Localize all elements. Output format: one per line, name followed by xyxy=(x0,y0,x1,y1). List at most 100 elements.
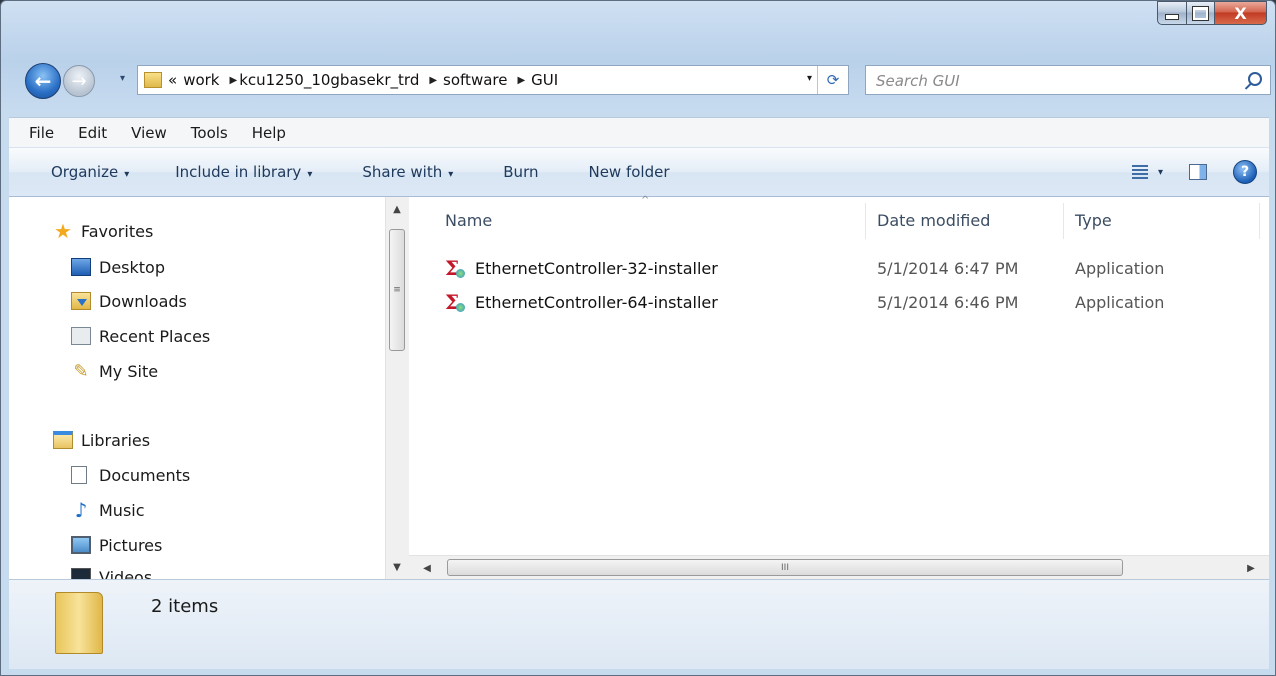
file-list: ^ Name Date modified Type Σ EthernetCont… xyxy=(409,195,1269,579)
menu-bar: File Edit View Tools Help xyxy=(9,117,1269,147)
file-type: Application xyxy=(1075,292,1165,312)
column-header-date-modified[interactable]: Date modified xyxy=(877,197,990,243)
menu-file[interactable]: File xyxy=(9,124,66,142)
breadcrumb-work[interactable]: work xyxy=(183,71,219,89)
libraries-icon xyxy=(53,431,73,449)
videos-icon xyxy=(71,568,91,579)
refresh-icon: ⟳ xyxy=(826,71,840,89)
forward-button[interactable]: → xyxy=(63,65,95,97)
views-icon xyxy=(1131,165,1148,179)
file-row[interactable]: Σ EthernetController-64-installer 5/1/20… xyxy=(445,285,1245,319)
change-view-button[interactable]: ▾ xyxy=(1131,165,1163,179)
organize-button[interactable]: Organize ▾ xyxy=(51,163,129,181)
sidebar-item-my-site[interactable]: ✎ My Site xyxy=(71,357,158,385)
breadcrumb: « work ▶ kcu1250_10gbasekr_trd ▶ softwar… xyxy=(168,71,558,89)
file-list-scrollbar[interactable]: ◀ III ▶ xyxy=(409,555,1269,579)
maximize-icon xyxy=(1192,5,1209,21)
view-controls: ▾ ? xyxy=(1131,160,1257,184)
menu-help[interactable]: Help xyxy=(240,124,298,142)
explorer-window: X ← → ▾ « work ▶ kcu1250_10gbasekr_trd ▶… xyxy=(0,0,1276,676)
breadcrumb-kcu1250[interactable]: kcu1250_10gbasekr_trd xyxy=(239,71,419,89)
column-divider[interactable] xyxy=(1063,203,1064,239)
file-name-cell: Σ EthernetController-32-installer xyxy=(445,251,718,285)
back-arrow-icon: ← xyxy=(34,69,52,93)
scroll-down-icon[interactable]: ▼ xyxy=(386,557,408,577)
column-divider[interactable] xyxy=(1259,203,1260,239)
menu-edit[interactable]: Edit xyxy=(66,124,119,142)
search-box[interactable] xyxy=(865,65,1271,95)
caption-buttons: X xyxy=(1157,1,1267,25)
scroll-right-icon[interactable]: ▶ xyxy=(1241,558,1261,578)
include-in-library-button[interactable]: Include in library ▾ xyxy=(175,163,312,181)
sidebar-item-recent-places[interactable]: Recent Places xyxy=(71,322,210,350)
search-input[interactable] xyxy=(874,70,1218,92)
grip-icon: ≡ xyxy=(393,285,401,295)
breadcrumb-overflow[interactable]: « xyxy=(168,71,177,89)
chevron-down-icon: ▾ xyxy=(1157,166,1163,178)
share-with-button[interactable]: Share with ▾ xyxy=(362,163,453,181)
sidebar-item-label: Libraries xyxy=(81,430,151,450)
column-header-type[interactable]: Type xyxy=(1075,197,1112,243)
sidebar-item-videos[interactable]: Videos xyxy=(71,563,152,579)
file-name: EthernetController-32-installer xyxy=(475,258,718,278)
chevron-down-icon: ▾ xyxy=(124,169,130,180)
close-icon: X xyxy=(1234,3,1247,23)
sort-ascending-icon: ^ xyxy=(641,195,650,206)
minimize-button[interactable] xyxy=(1157,1,1187,25)
file-name-cell: Σ EthernetController-64-installer xyxy=(445,285,718,319)
application-icon: Σ xyxy=(445,290,465,314)
sidebar-item-pictures[interactable]: Pictures xyxy=(71,531,162,559)
breadcrumb-separator-icon[interactable]: ▶ xyxy=(230,75,238,86)
menu-tools[interactable]: Tools xyxy=(179,124,240,142)
breadcrumb-separator-icon[interactable]: ▶ xyxy=(429,75,437,86)
recent-places-icon xyxy=(71,327,91,345)
column-header-name[interactable]: Name xyxy=(445,197,492,243)
grip-icon: III xyxy=(781,562,789,573)
sidebar-item-desktop[interactable]: Desktop xyxy=(71,253,165,281)
sidebar-item-music[interactable]: ♪ Music xyxy=(71,496,145,524)
file-name: EthernetController-64-installer xyxy=(475,292,718,312)
address-dropdown-icon[interactable]: ▾ xyxy=(807,73,812,84)
column-divider[interactable] xyxy=(865,203,866,239)
sidebar-item-downloads[interactable]: Downloads xyxy=(71,287,187,315)
sidebar-item-label: Documents xyxy=(99,465,191,485)
sidebar-item-label: Recent Places xyxy=(99,326,211,346)
pictures-icon xyxy=(71,536,91,554)
sidebar-item-label: My Site xyxy=(99,361,159,381)
breadcrumb-gui[interactable]: GUI xyxy=(531,71,558,89)
recent-pages-dropdown[interactable]: ▾ xyxy=(120,73,125,84)
address-bar[interactable]: « work ▶ kcu1250_10gbasekr_trd ▶ softwar… xyxy=(137,65,849,95)
burn-button[interactable]: Burn xyxy=(503,163,538,181)
scroll-up-icon[interactable]: ▲ xyxy=(386,199,408,219)
include-in-library-label: Include in library xyxy=(175,163,302,181)
sidebar-item-documents[interactable]: Documents xyxy=(71,461,190,489)
documents-icon xyxy=(71,466,87,484)
file-row[interactable]: Σ EthernetController-32-installer 5/1/20… xyxy=(445,251,1245,285)
back-button[interactable]: ← xyxy=(25,63,61,99)
sidebar-item-label: Videos xyxy=(99,567,153,580)
navigation-scrollbar[interactable]: ▲ ≡ ▼ xyxy=(385,197,409,579)
search-icon[interactable] xyxy=(1248,72,1262,86)
sidebar-item-libraries[interactable]: Libraries xyxy=(53,426,150,454)
breadcrumb-separator-icon[interactable]: ▶ xyxy=(517,75,525,86)
chevron-down-icon: ▾ xyxy=(307,169,313,180)
breadcrumb-software[interactable]: software xyxy=(443,71,507,89)
my-site-icon: ✎ xyxy=(73,360,89,382)
forward-arrow-icon: → xyxy=(71,70,87,92)
close-button[interactable]: X xyxy=(1215,1,1267,25)
scroll-left-icon[interactable]: ◀ xyxy=(417,558,437,578)
sidebar-item-label: Downloads xyxy=(99,291,187,311)
command-bar: Organize ▾ Include in library ▾ Share with… xyxy=(9,147,1269,197)
refresh-button[interactable]: ⟳ xyxy=(817,66,848,94)
scrollbar-thumb[interactable]: III xyxy=(447,559,1123,576)
navigation-row: ← → ▾ « work ▶ kcu1250_10gbasekr_trd ▶ s… xyxy=(25,63,1271,99)
maximize-button[interactable] xyxy=(1187,1,1215,25)
preview-pane-icon[interactable] xyxy=(1189,164,1207,180)
folder-icon xyxy=(55,592,103,654)
sidebar-item-favorites[interactable]: ★ Favorites xyxy=(53,217,153,245)
menu-view[interactable]: View xyxy=(119,124,179,142)
content-area: ★ Favorites Desktop Downloads Recent Pla… xyxy=(9,195,1269,579)
scrollbar-thumb[interactable]: ≡ xyxy=(389,229,405,351)
help-icon[interactable]: ? xyxy=(1233,160,1257,184)
new-folder-button[interactable]: New folder xyxy=(588,163,669,181)
